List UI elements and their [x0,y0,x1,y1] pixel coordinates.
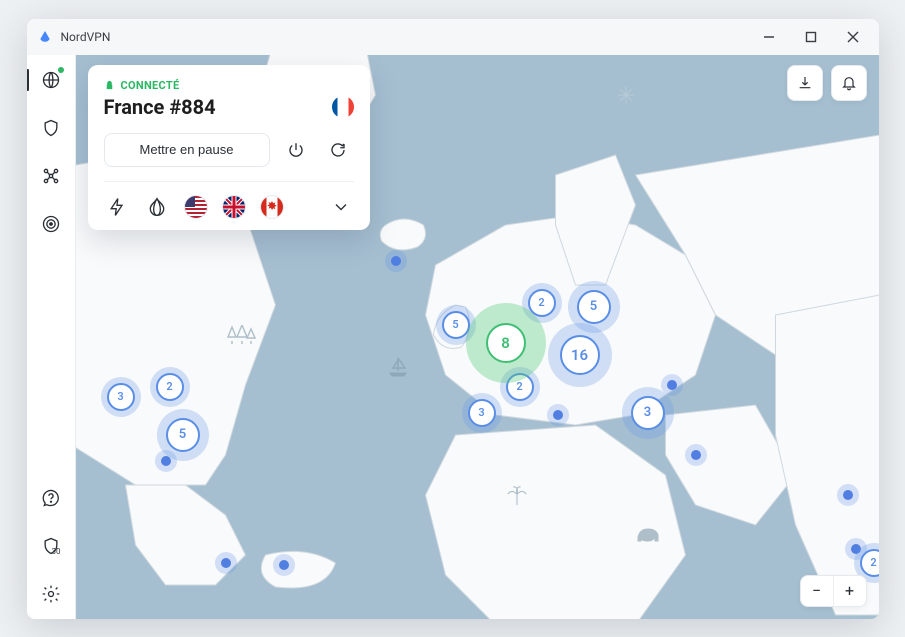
sidebar: 30 [27,55,76,619]
refresh-icon [329,141,347,159]
globe-icon [41,70,61,90]
app-window: NordVPN [27,19,879,619]
quick-flag-gb[interactable] [222,195,246,219]
server-dot[interactable] [279,560,289,570]
connection-status: CONNECTÉ [104,79,354,92]
cluster-count: 16 [560,335,600,375]
download-button[interactable] [787,65,823,101]
sidebar-item-trial[interactable]: 30 [34,529,68,563]
server-cluster[interactable]: 3 [631,396,665,430]
trees-icon [226,325,256,349]
connection-card: CONNECTÉ France #884 Mettre en pause [88,65,370,230]
lock-icon [104,80,115,91]
notifications-button[interactable] [831,65,867,101]
power-icon [287,141,305,159]
mesh-icon [41,166,61,186]
elephant-icon [636,525,662,547]
window-minimize-button[interactable] [751,23,787,51]
quick-connect-row [104,182,354,220]
disconnect-button[interactable] [280,134,312,166]
server-dot[interactable] [553,410,563,420]
server-cluster[interactable]: 16 [560,335,600,375]
target-icon [41,214,61,234]
app-title: NordVPN [61,30,111,44]
bolt-icon [107,197,127,217]
server-cluster[interactable]: 3 [107,383,135,411]
onion-icon [147,197,167,217]
cluster-count: 3 [107,383,135,411]
quick-flag-ca[interactable] [260,195,284,219]
server-cluster[interactable]: 2 [156,373,184,401]
sidebar-item-connect[interactable] [34,63,68,97]
sidebar-item-help[interactable] [34,481,68,515]
flag-fr-icon [332,96,354,118]
server-dot[interactable] [691,450,701,460]
sidebar-item-threat-protection[interactable] [34,111,68,145]
snowflake-icon [616,85,636,109]
cluster-count: 2 [156,373,184,401]
palm-icon [506,485,528,511]
trial-badge: 30 [52,547,61,556]
map[interactable]: 3255251623328 CONNECTÉ France #884 M [76,55,879,619]
sidebar-item-dark-web-monitor[interactable] [34,207,68,241]
server-dot[interactable] [667,380,677,390]
server-cluster-active[interactable]: 8 [486,323,526,363]
server-cluster[interactable]: 5 [577,290,611,324]
cluster-count: 3 [468,399,496,427]
cluster-count: 5 [577,290,611,324]
server-cluster[interactable]: 3 [468,399,496,427]
bell-icon [841,75,857,91]
app-icon [37,29,53,45]
cluster-count: 5 [166,418,200,452]
titlebar: NordVPN [27,19,879,56]
zoom-in-button[interactable]: + [834,576,866,606]
quick-connect-onion[interactable] [144,194,170,220]
sailboat-icon [386,355,410,383]
server-dot[interactable] [391,256,401,266]
server-dot[interactable] [221,558,231,568]
download-icon [797,75,813,91]
quick-connect-fastest[interactable] [104,194,130,220]
help-icon [41,488,61,508]
zoom-out-button[interactable]: − [801,576,834,606]
window-close-button[interactable] [835,23,871,51]
server-dot[interactable] [843,490,853,500]
cluster-count: 8 [486,323,526,363]
sidebar-item-meshnet[interactable] [34,159,68,193]
connected-indicator-icon [58,67,64,73]
server-cluster[interactable]: 2 [860,549,879,577]
server-cluster[interactable]: 5 [166,418,200,452]
sidebar-item-settings[interactable] [34,577,68,611]
pause-button[interactable]: Mettre en pause [104,133,270,167]
gear-icon [41,584,61,604]
quick-flag-us[interactable] [184,195,208,219]
shield-icon [41,118,61,138]
cluster-count: 3 [631,396,665,430]
reconnect-button[interactable] [322,134,354,166]
quick-connect-expand[interactable] [328,194,354,220]
connection-status-label: CONNECTÉ [121,79,180,92]
zoom-control: − + [800,575,867,607]
connection-location: France #884 [104,95,216,119]
window-maximize-button[interactable] [793,23,829,51]
chevron-down-icon [331,197,351,217]
